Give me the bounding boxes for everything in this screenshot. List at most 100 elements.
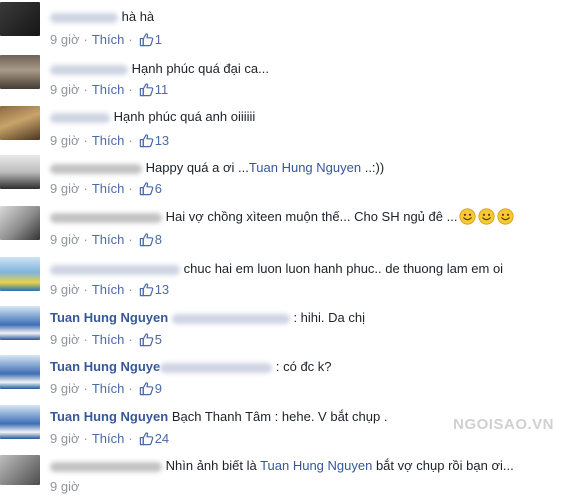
comment-meta: 9 giờ · Thích · 5 — [50, 332, 162, 347]
like-button[interactable]: Thích — [92, 232, 125, 247]
comment-time[interactable]: 9 giờ — [50, 332, 80, 347]
comment-time[interactable]: 9 giờ — [50, 431, 80, 446]
comment-text-after: bắt vợ chụp rồi bạn ơi... — [372, 458, 514, 473]
comment-item: Nhìn ảnh biết là Tuan Hung Nguyen bắt vợ… — [0, 452, 580, 494]
comment-item: Tuan Hung Nguyen : hihi. Da chị 9 giờ · Th… — [0, 303, 580, 351]
author-name-blurred[interactable] — [50, 212, 162, 223]
comment-body: Happy quá a ơi ...Tuan Hung Nguyen ..:)) — [50, 159, 384, 177]
avatar[interactable] — [0, 455, 40, 485]
avatar[interactable] — [0, 2, 40, 36]
like-count[interactable]: 6 — [155, 181, 162, 196]
author-name-blurred[interactable] — [50, 12, 118, 23]
avatar[interactable] — [0, 257, 40, 291]
comment-body: Hạnh phúc quá đại ca... — [50, 60, 269, 78]
like-count[interactable]: 1 — [155, 32, 162, 47]
comment-item: Happy quá a ơi ...Tuan Hung Nguyen ..:))… — [0, 152, 580, 200]
comment-body: Tuan Hung Nguyen Bạch Thanh Tâm : hehe. … — [50, 408, 387, 426]
like-button[interactable]: Thích — [92, 133, 125, 148]
author-name-blurred[interactable] — [50, 264, 180, 275]
comment-text: Happy quá a ơi ... — [145, 160, 249, 175]
comment-item: Hạnh phúc quá anh oiiiiii 9 giờ · Thích · 13 — [0, 102, 580, 150]
mention-link[interactable]: Tuan Hung Nguyen — [260, 458, 372, 473]
comment-text: : hihi. Da chị — [293, 310, 365, 325]
comment-body: Nhìn ảnh biết là Tuan Hung Nguyen bắt vợ… — [50, 457, 514, 475]
author-name-blurred[interactable] — [50, 64, 128, 75]
comment-text: Hạnh phúc quá anh oiiiiii — [113, 109, 256, 124]
comment-item: chuc hai em luon luon hanh phuc.. de thu… — [0, 254, 580, 302]
comment-body: Hai vợ chồng xìteen muộn thế... Cho SH n… — [50, 208, 514, 226]
like-count[interactable]: 11 — [155, 82, 169, 97]
like-button[interactable]: Thích — [92, 332, 125, 347]
like-button[interactable]: Thích — [92, 282, 125, 297]
comment-meta: 9 giờ — [50, 478, 80, 496]
smiley-icon — [478, 208, 495, 225]
avatar[interactable] — [0, 106, 40, 140]
mention-blurred[interactable] — [171, 313, 290, 324]
avatar[interactable] — [0, 306, 40, 340]
thumbs-up-icon — [139, 82, 154, 97]
comment-meta: 9 giờ · Thích · 6 — [50, 181, 162, 196]
author-name[interactable]: Tuan Hung Nguyen — [50, 310, 168, 325]
comment-meta: 9 giờ · Thích · 13 — [50, 282, 170, 297]
comment-time[interactable]: 9 giờ — [50, 181, 80, 196]
thumbs-up-icon — [139, 381, 154, 396]
mention-blurred[interactable] — [160, 362, 273, 373]
comment-text: Hai vợ chồng xìteen muộn thế... Cho SH n… — [165, 209, 458, 224]
avatar[interactable] — [0, 206, 40, 240]
comment-item: Tuan Hung Nguye : có đc k? 9 giờ · Thích · 9 — [0, 352, 580, 400]
like-button[interactable]: Thích — [92, 431, 125, 446]
comment-text: Bạch Thanh Tâm : hehe. V bắt chụp . — [171, 409, 388, 424]
author-name[interactable]: Tuan Hung Nguye — [50, 359, 160, 374]
comment-text: hà hà — [121, 9, 155, 24]
like-count[interactable]: 13 — [155, 133, 169, 148]
like-button[interactable]: Thích — [92, 381, 125, 396]
author-name[interactable]: Tuan Hung Nguyen — [50, 409, 168, 424]
like-count[interactable]: 13 — [155, 282, 169, 297]
comment-text: Nhìn ảnh biết là — [165, 458, 261, 473]
comment-body: hà hà — [50, 8, 154, 26]
watermark-logo: NGOISAO.VN — [453, 416, 554, 433]
thumbs-up-icon — [139, 332, 154, 347]
avatar[interactable] — [0, 405, 40, 439]
smiley-icon — [459, 208, 476, 225]
comment-meta: 9 giờ · Thích · 8 — [50, 232, 162, 247]
comment-meta: 9 giờ · Thích · 11 — [50, 82, 169, 97]
like-button[interactable]: Thích — [92, 181, 125, 196]
author-name-blurred[interactable] — [50, 461, 162, 472]
avatar[interactable] — [0, 55, 40, 89]
comment-text: Hạnh phúc quá đại ca... — [131, 61, 269, 76]
comment-time[interactable]: 9 giờ — [50, 479, 80, 494]
comment-meta: 9 giờ · Thích · 24 — [50, 431, 170, 446]
comment-time[interactable]: 9 giờ — [50, 82, 80, 97]
like-button[interactable]: Thích — [92, 32, 125, 47]
comment-time[interactable]: 9 giờ — [50, 282, 80, 297]
mention-link[interactable]: Tuan Hung Nguyen — [249, 160, 361, 175]
comment-body: chuc hai em luon luon hanh phuc.. de thu… — [50, 260, 503, 278]
comment-time[interactable]: 9 giờ — [50, 232, 80, 247]
comment-meta: 9 giờ · Thích · 9 — [50, 381, 162, 396]
comment-text-after: ..:)) — [361, 160, 385, 175]
thumbs-up-icon — [139, 181, 154, 196]
like-count[interactable]: 5 — [155, 332, 162, 347]
like-count[interactable]: 9 — [155, 381, 162, 396]
comment-time[interactable]: 9 giờ — [50, 133, 80, 148]
avatar[interactable] — [0, 155, 40, 189]
comment-meta: 9 giờ · Thích · 13 — [50, 133, 170, 148]
avatar[interactable] — [0, 355, 40, 389]
comment-item: Hạnh phúc quá đại ca... 9 giờ · Thích · 11 — [0, 52, 580, 100]
comment-time[interactable]: 9 giờ — [50, 381, 80, 396]
comment-text: chuc hai em luon luon hanh phuc.. de thu… — [183, 261, 504, 276]
thumbs-up-icon — [139, 32, 154, 47]
comment-body: Tuan Hung Nguye : có đc k? — [50, 358, 332, 376]
comment-meta: 9 giờ · Thích · 1 — [50, 32, 162, 47]
thumbs-up-icon — [139, 431, 154, 446]
author-name-blurred[interactable] — [50, 163, 142, 174]
like-count[interactable]: 8 — [155, 232, 162, 247]
like-button[interactable]: Thích — [92, 82, 125, 97]
thumbs-up-icon — [139, 282, 154, 297]
like-count[interactable]: 24 — [155, 431, 169, 446]
thumbs-up-icon — [139, 232, 154, 247]
comment-time[interactable]: 9 giờ — [50, 32, 80, 47]
author-name-blurred[interactable] — [50, 112, 110, 123]
thumbs-up-icon — [139, 133, 154, 148]
